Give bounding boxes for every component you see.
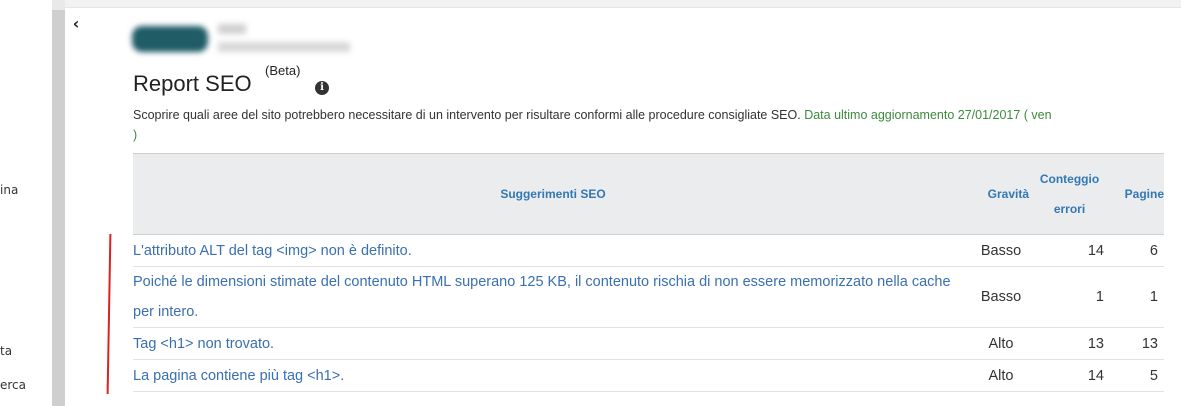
suggestion-link[interactable]: Tag <h1> non trovato. (133, 327, 973, 360)
red-annotation-line (106, 233, 112, 395)
error-count-cell: 1 (1029, 266, 1110, 328)
severity-cell: Alto (973, 327, 1029, 360)
seo-report-table: Suggerimenti SEO Gravità Conteggio error… (133, 153, 1164, 392)
severity-cell: Alto (973, 359, 1029, 392)
column-header-severity[interactable]: Gravità (973, 153, 1029, 235)
sidebar-item-ricerca[interactable]: erca (0, 378, 26, 392)
error-count-cell: 13 (1029, 327, 1110, 360)
page-description: Scoprire quali aree del sito potrebbero … (133, 105, 1173, 145)
page-count-cell: 6 (1110, 234, 1164, 267)
beta-badge: (Beta) (265, 63, 301, 78)
column-header-pages[interactable]: Pagine (1110, 153, 1164, 235)
table-row: Poiché le dimensioni stimate del contenu… (133, 266, 1164, 328)
blurred-site-name (218, 24, 246, 34)
page-count-cell: 1 (1110, 266, 1164, 328)
suggestion-link[interactable]: La pagina contiene più tag <h1>. (133, 359, 973, 392)
sidebar-scrollbar[interactable] (52, 10, 65, 406)
severity-cell: Basso (973, 266, 1029, 328)
page-title: Report SEO (133, 71, 252, 96)
suggestion-link[interactable]: L'attributo ALT del tag <img> non è defi… (133, 234, 973, 267)
error-count-cell: 14 (1029, 359, 1110, 392)
column-header-suggestion[interactable]: Suggerimenti SEO (133, 153, 973, 235)
severity-cell: Basso (973, 234, 1029, 267)
chevron-left-icon[interactable]: ‹ (68, 14, 84, 34)
page-count-cell: 13 (1110, 327, 1164, 360)
sidebar: ina ta erca (0, 0, 52, 406)
suggestion-link[interactable]: Poiché le dimensioni stimate del contenu… (133, 266, 973, 328)
info-circle-icon[interactable]: i (315, 81, 329, 95)
description-text: Scoprire quali aree del sito potrebbero … (133, 108, 801, 122)
top-bar (65, 0, 1181, 8)
last-updated-text: Data ultimo aggiornamento 27/01/2017 ( v… (804, 108, 1052, 122)
sidebar-scrollbar-top (52, 0, 65, 10)
last-updated-text-cont: ) (133, 128, 138, 142)
page-count-cell: 5 (1110, 359, 1164, 392)
blurred-site-url (218, 42, 350, 52)
table-row: L'attributo ALT del tag <img> non è defi… (133, 234, 1164, 267)
error-count-cell: 14 (1029, 234, 1110, 267)
table-header-row: Suggerimenti SEO Gravità Conteggio error… (133, 153, 1164, 235)
sidebar-item-pagina[interactable]: ina (0, 183, 18, 197)
site-logo (132, 26, 208, 52)
column-header-error-count[interactable]: Conteggio errori (1029, 153, 1110, 235)
table-row: Tag <h1> non trovato. Alto 13 13 (133, 327, 1164, 360)
sidebar-item-ta[interactable]: ta (0, 344, 12, 358)
table-row: La pagina contiene più tag <h1>. Alto 14… (133, 359, 1164, 392)
